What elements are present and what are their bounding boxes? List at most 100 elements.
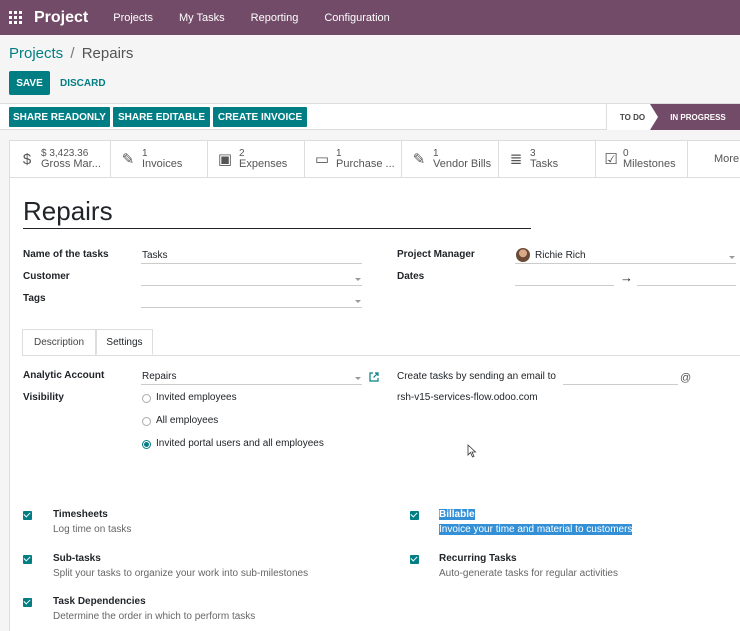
task-dependencies-description: Determine the order in which to perform … — [53, 611, 256, 622]
smart-buttons-row: $ $ 3,423.36 Gross Mar... ✎ 1 Invoices ▣ 2… — [10, 141, 740, 178]
recurring-tasks-description: Auto-generate tasks for regular activiti… — [439, 568, 618, 579]
app-brand[interactable]: Project — [34, 9, 88, 27]
smart-label: Tasks — [530, 159, 559, 170]
breadcrumb-separator: / — [70, 45, 75, 62]
task-dependencies-checkbox[interactable] — [23, 598, 32, 607]
visibility-portal-users-radio[interactable] — [142, 440, 151, 449]
project-manager-label: Project Manager — [397, 249, 475, 260]
smart-label: Invoices — [142, 159, 183, 170]
name-of-tasks-label: Name of the tasks — [23, 249, 109, 260]
customer-underline — [141, 285, 362, 286]
analytic-account-input[interactable]: Repairs — [142, 371, 176, 382]
tags-label: Tags — [23, 293, 46, 304]
visibility-option-label: Invited employees — [156, 392, 237, 403]
sub-tasks-description: Split your tasks to organize your work i… — [53, 568, 309, 579]
visibility-invited-employees-radio[interactable] — [142, 394, 151, 403]
project-manager-input[interactable]: Richie Rich — [535, 250, 586, 261]
project-manager-underline — [515, 263, 736, 264]
smart-value: 1 — [142, 148, 148, 159]
email-alias-label: Create tasks by sending an email to — [397, 371, 556, 382]
share-readonly-button[interactable]: SHARE READONLY — [9, 107, 110, 127]
name-of-tasks-underline — [141, 263, 362, 264]
top-navbar: Project Projects My Tasks Reporting Conf… — [0, 0, 740, 35]
customer-dropdown-icon[interactable] — [355, 278, 361, 281]
email-alias-domain: rsh-v15-services-flow.odoo.com — [397, 392, 538, 403]
recurring-tasks-checkbox[interactable] — [410, 555, 419, 564]
menu-configuration[interactable]: Configuration — [324, 12, 389, 24]
smart-label: Purchase ... — [336, 159, 395, 170]
expenses-smart-button[interactable]: ▣ 2 Expenses — [208, 141, 305, 177]
timesheets-title: Timesheets — [53, 509, 108, 520]
date-start-input[interactable] — [515, 285, 614, 286]
credit-card-icon: ▭ — [314, 151, 330, 168]
record-title[interactable]: Repairs — [23, 196, 113, 227]
tags-dropdown-icon[interactable] — [355, 300, 361, 303]
pencil-icon: ✎ — [412, 151, 426, 168]
timesheets-description: Log time on tasks — [53, 524, 132, 535]
external-link-icon[interactable] — [369, 372, 379, 382]
timesheets-checkbox[interactable] — [23, 511, 32, 520]
customer-label: Customer — [23, 271, 70, 282]
smart-value: 1 — [433, 148, 439, 159]
name-of-tasks-input[interactable]: Tasks — [142, 250, 168, 261]
form-statusbar: SHARE READONLY SHARE EDITABLE CREATE INV… — [0, 103, 740, 130]
smart-value: 2 — [239, 148, 245, 159]
at-sign: @ — [680, 372, 692, 384]
mouse-cursor-icon — [467, 444, 477, 458]
menu-my-tasks[interactable]: My Tasks — [179, 12, 225, 24]
vendor-bills-smart-button[interactable]: ✎ 1 Vendor Bills — [402, 141, 499, 177]
tags-underline — [141, 307, 362, 308]
analytic-account-label: Analytic Account — [23, 370, 105, 381]
create-invoice-button[interactable]: CREATE INVOICE — [213, 107, 307, 127]
billable-title: Billable — [439, 509, 475, 520]
menu-reporting[interactable]: Reporting — [251, 12, 299, 24]
check-square-icon: ☑ — [604, 151, 618, 168]
billable-checkbox[interactable] — [410, 511, 419, 520]
smart-label: Milestones — [623, 159, 676, 170]
breadcrumb-projects-link[interactable]: Projects — [9, 45, 63, 62]
sub-tasks-checkbox[interactable] — [23, 555, 32, 564]
date-end-input[interactable] — [637, 285, 736, 286]
tasks-smart-button[interactable]: ≣ 3 Tasks — [499, 141, 596, 177]
breadcrumb-current: Repairs — [81, 45, 134, 62]
tab-description[interactable]: Description — [22, 329, 96, 355]
milestones-smart-button[interactable]: ☑ 0 Milestones — [596, 141, 688, 177]
stage-todo[interactable]: TO DO — [606, 104, 658, 130]
visibility-option-label: Invited portal users and all employees — [156, 438, 324, 449]
dates-label: Dates — [397, 271, 425, 282]
stage-in-progress[interactable]: IN PROGRESS — [650, 104, 740, 130]
smart-label: Vendor Bills — [433, 159, 492, 170]
smart-label: Expenses — [239, 159, 288, 170]
analytic-account-dropdown-icon[interactable] — [355, 377, 361, 380]
smart-value: 1 — [336, 148, 342, 159]
invoices-smart-button[interactable]: ✎ 1 Invoices — [111, 141, 208, 177]
visibility-label: Visibility — [23, 392, 64, 403]
tab-divider — [22, 355, 740, 356]
apps-menu-icon[interactable] — [9, 10, 23, 25]
user-avatar — [516, 248, 530, 262]
analytic-account-underline — [141, 384, 362, 385]
email-alias-input[interactable] — [563, 384, 678, 385]
title-underline — [23, 228, 531, 229]
sub-tasks-title: Sub-tasks — [53, 553, 101, 564]
pencil-icon: ✎ — [121, 151, 135, 168]
menu-projects[interactable]: Projects — [113, 12, 153, 24]
tasks-icon: ≣ — [509, 151, 523, 168]
discard-button[interactable]: DISCARD — [60, 71, 106, 95]
visibility-all-employees-radio[interactable] — [142, 417, 151, 426]
gross-margin-smart-button[interactable]: $ $ 3,423.36 Gross Mar... — [10, 141, 111, 177]
money-icon: ▣ — [217, 151, 233, 168]
smart-value: 0 — [623, 148, 629, 159]
tab-settings[interactable]: Settings — [96, 329, 153, 355]
form-sheet: $ $ 3,423.36 Gross Mar... ✎ 1 Invoices ▣ 2… — [9, 140, 740, 631]
dollar-icon: $ — [22, 150, 32, 168]
smart-value: 3 — [530, 148, 536, 159]
save-button[interactable]: SAVE — [9, 71, 50, 95]
share-editable-button[interactable]: SHARE EDITABLE — [113, 107, 210, 127]
smart-label: Gross Mar... — [41, 159, 101, 170]
more-smart-buttons[interactable]: More — [714, 153, 739, 165]
date-range-arrow-icon: → — [620, 270, 633, 285]
project-manager-dropdown-icon[interactable] — [729, 256, 735, 259]
purchase-smart-button[interactable]: ▭ 1 Purchase ... — [305, 141, 402, 177]
smart-value: $ 3,423.36 — [41, 148, 89, 159]
